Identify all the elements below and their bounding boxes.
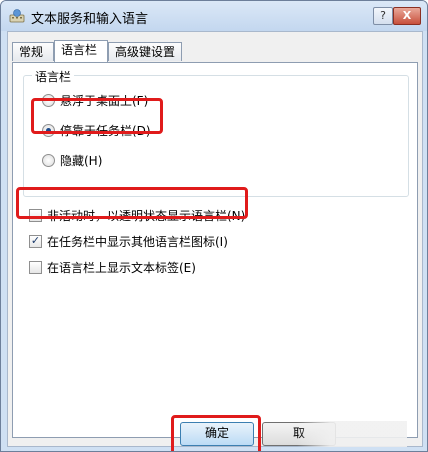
highlight-dock-taskbar [31, 98, 163, 134]
window-title: 文本服务和输入语言 [31, 12, 149, 27]
help-button[interactable]: ? [373, 7, 393, 25]
check-mark-icon[interactable]: ✓ [29, 235, 42, 248]
title-bar[interactable]: 文本服务和输入语言 ? X [1, 1, 427, 31]
keyboard-globe-icon [9, 9, 25, 23]
tab-advanced-keys[interactable]: 高级键设置 [108, 42, 182, 61]
watermark-overlay [297, 421, 407, 447]
tab-language-bar[interactable]: 语言栏 [54, 40, 108, 62]
checkbox-show-text-labels[interactable]: 在语言栏上显示文本标签(E) [29, 259, 196, 276]
checkbox-label: 在任务栏中显示其他语言栏图标(I) [47, 235, 228, 249]
tab-general[interactable]: 常规 [12, 42, 54, 61]
language-bar-group: 语言栏 悬浮于桌面上(F) 停靠于任务栏(D) 隐藏(H) [23, 68, 409, 197]
dialog-client: 常规 语言栏 高级键设置 语言栏 悬浮于桌面上(F) 停靠于任务栏(D) 隐藏(… [7, 31, 423, 447]
dialog-window: 文本服务和输入语言 ? X 常规 语言栏 高级键设置 语言栏 悬浮于桌面上(F)… [0, 0, 428, 452]
close-button[interactable]: X [393, 7, 421, 25]
checkbox[interactable] [29, 261, 42, 274]
highlight-ok-button [171, 415, 261, 451]
radio-label: 隐藏(H) [60, 154, 103, 168]
radio-hidden[interactable]: 隐藏(H) [42, 152, 102, 169]
group-title: 语言栏 [32, 68, 75, 85]
highlight-show-taskbar-icons [16, 187, 248, 219]
checkbox-label: 在语言栏上显示文本标签(E) [47, 261, 196, 275]
radio-button[interactable] [42, 154, 55, 167]
checkbox-show-taskbar-icons[interactable]: ✓ 在任务栏中显示其他语言栏图标(I) [29, 233, 228, 250]
